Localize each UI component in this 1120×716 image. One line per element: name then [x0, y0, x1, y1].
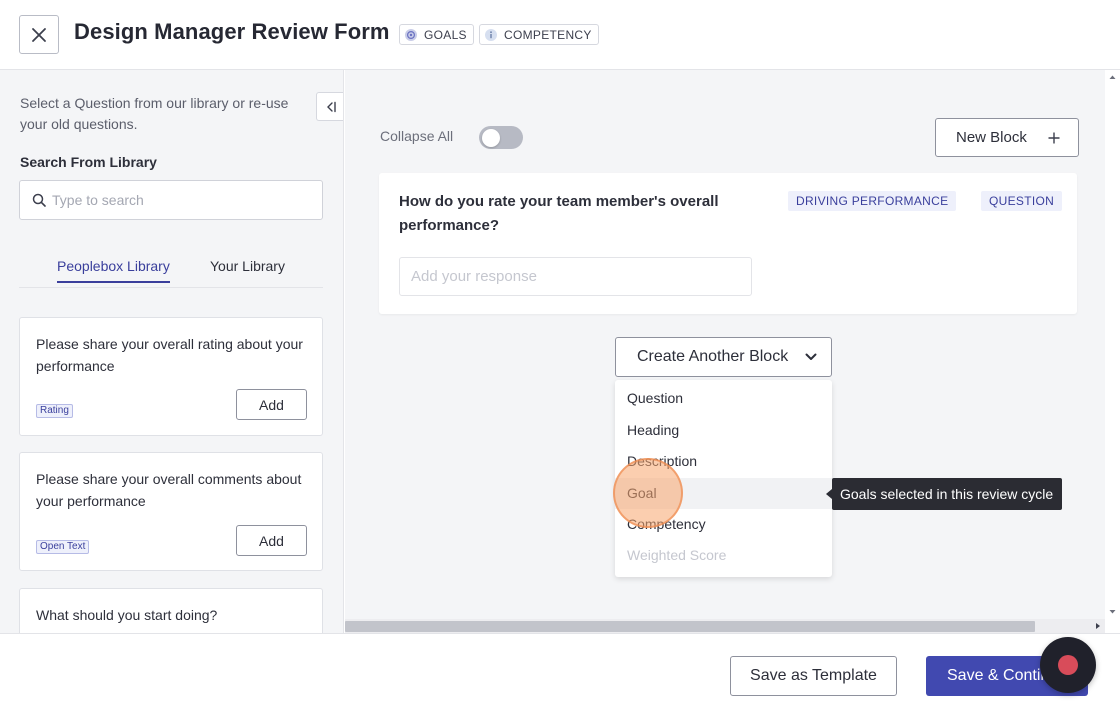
close-icon	[32, 27, 46, 42]
library-question-text: What should you start doing?	[36, 607, 218, 623]
vertical-scrollbar[interactable]	[1105, 70, 1120, 619]
question-library-panel: Select a Question from our library or re…	[0, 70, 344, 633]
header-bar: Design Manager Review Form GOALS COMPETE…	[0, 0, 1120, 70]
library-question-card: Please share your overall comments about…	[19, 452, 323, 571]
tab-your-library[interactable]: Your Library	[210, 258, 285, 281]
form-builder-area: Collapse All New Block How do you rate y…	[345, 70, 1105, 619]
goals-tag-label: GOALS	[424, 27, 467, 42]
new-block-label: New Block	[956, 129, 1027, 146]
library-intro-text: Select a Question from our library or re…	[20, 95, 289, 132]
library-question-card: What should you start doing?	[19, 588, 323, 633]
search-input[interactable]	[52, 192, 292, 208]
collapse-all-toggle[interactable]	[479, 126, 523, 149]
horizontal-scrollbar[interactable]	[345, 619, 1105, 633]
target-icon	[404, 28, 418, 42]
response-input[interactable]	[399, 257, 752, 296]
scroll-right-arrow-icon	[1096, 623, 1100, 629]
search-icon	[32, 193, 46, 207]
record-dot-icon	[1058, 655, 1078, 675]
toggle-knob	[482, 128, 500, 147]
competency-tag: COMPETENCY	[479, 24, 599, 45]
chevron-down-icon	[805, 353, 817, 360]
block-type-tag: QUESTION	[981, 191, 1063, 211]
dropdown-item-question[interactable]: Question	[615, 383, 832, 414]
dropdown-item-weighted-score: Weighted Score	[627, 547, 727, 563]
question-type-badge: Rating	[36, 404, 73, 418]
category-tag: DRIVING PERFORMANCE	[788, 191, 957, 211]
dropdown-item-competency[interactable]: Competency	[615, 509, 832, 540]
plus-icon	[1048, 132, 1060, 143]
scroll-down-arrow-icon	[1109, 610, 1116, 614]
competency-tag-label: COMPETENCY	[504, 27, 592, 42]
dropdown-item-heading[interactable]: Heading	[615, 415, 832, 446]
footer-bar: Save as Template Save & Continue	[0, 633, 1120, 716]
question-block[interactable]: How do you rate your team member's overa…	[379, 173, 1077, 314]
save-as-template-button[interactable]: Save as Template	[730, 656, 897, 696]
add-question-button[interactable]: Add	[236, 525, 307, 556]
collapse-all-label: Collapse All	[380, 128, 454, 144]
collapse-left-icon	[326, 101, 336, 112]
library-tabs: Peoplebox Library Your Library	[19, 252, 323, 288]
question-title: How do you rate your team member's overa…	[399, 193, 719, 234]
library-question-text: Please share your overall comments about…	[36, 471, 302, 509]
block-type-dropdown: Question Heading Description Goal Compet…	[615, 380, 832, 577]
collapse-panel-button[interactable]	[316, 92, 343, 121]
dropdown-item-description[interactable]: Description	[615, 446, 832, 477]
scrollbar-thumb[interactable]	[345, 621, 1035, 632]
question-type-badge: Open Text	[36, 540, 90, 554]
create-another-block-button[interactable]: Create Another Block	[615, 337, 832, 377]
library-question-text: Please share your overall rating about y…	[36, 336, 303, 374]
info-icon	[484, 28, 498, 42]
goals-tag: GOALS	[399, 24, 474, 45]
library-question-card: Please share your overall rating about y…	[19, 317, 323, 436]
tab-peoplebox-library[interactable]: Peoplebox Library	[57, 258, 170, 283]
search-label: Search From Library	[20, 154, 157, 170]
scroll-up-arrow-icon	[1109, 75, 1116, 79]
goal-tooltip: Goals selected in this review cycle	[826, 478, 1062, 510]
chat-widget-button[interactable]	[1040, 637, 1096, 693]
dropdown-item-goal[interactable]: Goal	[615, 478, 832, 509]
page-title: Design Manager Review Form	[74, 19, 390, 44]
create-block-label: Create Another Block	[637, 348, 789, 365]
library-search-box[interactable]	[19, 180, 323, 220]
new-block-button[interactable]: New Block	[935, 118, 1079, 157]
close-button[interactable]	[19, 15, 59, 54]
add-question-button[interactable]: Add	[236, 389, 307, 420]
